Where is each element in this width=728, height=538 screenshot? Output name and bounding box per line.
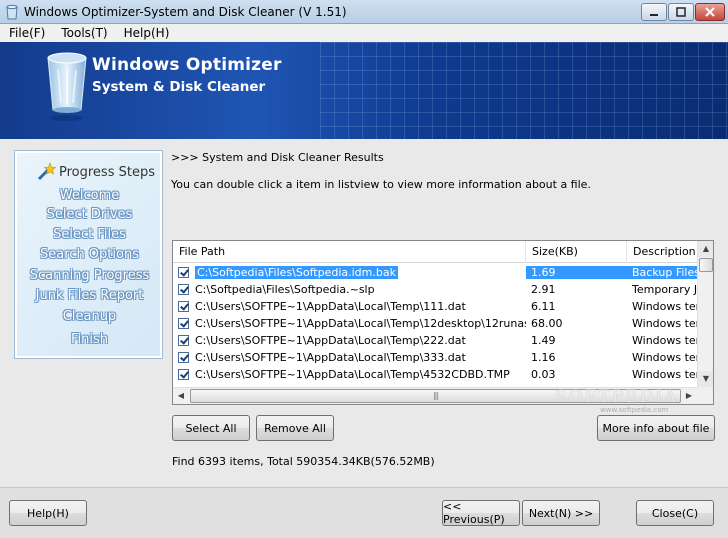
scroll-left-arrow-icon[interactable]: ◀ bbox=[173, 388, 189, 404]
scroll-down-arrow-icon[interactable]: ▼ bbox=[698, 371, 713, 387]
banner-subtitle: System & Disk Cleaner bbox=[92, 79, 266, 95]
step-cleanup: Cleanup bbox=[62, 309, 117, 324]
row-file-path: C:\Users\SOFTPE~1\AppData\Local\Temp\333… bbox=[195, 351, 466, 364]
row-description: Backup Files bbox=[627, 266, 697, 279]
scroll-right-arrow-icon[interactable]: ▶ bbox=[681, 388, 697, 404]
app-icon bbox=[6, 4, 18, 20]
softpedia-watermark-url: www.softpedia.com bbox=[600, 406, 669, 414]
row-size: 1.16 bbox=[531, 351, 556, 364]
step-finish: Finish bbox=[70, 332, 108, 347]
results-summary: Find 6393 items, Total 590354.34KB(576.5… bbox=[172, 455, 435, 468]
menu-help[interactable]: Help(H) bbox=[115, 24, 177, 42]
window-title: Windows Optimizer-System and Disk Cleane… bbox=[24, 5, 347, 19]
row-file-path: C:\Users\SOFTPE~1\AppData\Local\Temp\111… bbox=[195, 300, 466, 313]
step-junk-files-report: Junk Files Report bbox=[35, 288, 144, 303]
row-checkbox[interactable] bbox=[178, 352, 189, 363]
menu-file[interactable]: File(F) bbox=[0, 24, 52, 42]
select-all-button[interactable]: Select All bbox=[172, 415, 250, 441]
row-size: 6.11 bbox=[531, 300, 556, 313]
maximize-button[interactable] bbox=[668, 3, 694, 21]
listview-rows: C:\Softpedia\Files\Softpedia.idm.bak 1.6… bbox=[173, 264, 697, 383]
row-size: 1.49 bbox=[531, 334, 556, 347]
row-checkbox[interactable] bbox=[178, 369, 189, 380]
close-icon bbox=[705, 7, 715, 17]
row-description: Windows temp bbox=[632, 351, 697, 364]
row-checkbox[interactable] bbox=[178, 267, 189, 278]
results-info: You can double click a item in listview … bbox=[171, 178, 591, 191]
table-row[interactable]: C:\Softpedia\Files\Softpedia.~slp 2.91 T… bbox=[173, 281, 697, 298]
step-select-drives: Select Drives bbox=[46, 207, 133, 222]
row-file-path: C:\Users\SOFTPE~1\AppData\Local\Temp\453… bbox=[195, 368, 510, 381]
row-description: Windows temp bbox=[632, 334, 697, 347]
softpedia-watermark: SOFTPEDIA bbox=[555, 387, 679, 407]
close-window-button[interactable] bbox=[695, 3, 725, 21]
table-row[interactable]: C:\Users\SOFTPE~1\AppData\Local\Temp\333… bbox=[173, 349, 697, 366]
scrollbar-corner bbox=[697, 387, 713, 404]
row-size: 2.91 bbox=[531, 283, 556, 296]
scroll-up-arrow-icon[interactable]: ▲ bbox=[698, 241, 713, 257]
results-listview[interactable]: File Path Size(KB) Description C:\Softpe… bbox=[172, 240, 714, 405]
row-size: 0.03 bbox=[531, 368, 556, 381]
row-size: 68.00 bbox=[531, 317, 563, 330]
column-header-file-path[interactable]: File Path bbox=[173, 241, 526, 263]
progress-steps-title: Progress Steps bbox=[59, 164, 155, 180]
row-description: Windows temp bbox=[632, 368, 697, 381]
step-scanning-progress: Scanning Progress bbox=[29, 268, 150, 283]
close-button[interactable]: Close(C) bbox=[636, 500, 714, 526]
menu-tools[interactable]: Tools(T) bbox=[52, 24, 114, 42]
column-header-description[interactable]: Description bbox=[627, 241, 697, 263]
table-row[interactable]: C:\Softpedia\Files\Softpedia.idm.bak 1.6… bbox=[173, 264, 697, 281]
row-file-path: C:\Users\SOFTPE~1\AppData\Local\Temp\222… bbox=[195, 334, 466, 347]
row-file-path: C:\Softpedia\Files\Softpedia.idm.bak bbox=[195, 266, 398, 279]
column-header-size[interactable]: Size(KB) bbox=[526, 241, 627, 263]
banner-title: Windows Optimizer bbox=[92, 55, 282, 75]
step-select-files: Select Files bbox=[53, 227, 126, 242]
table-row[interactable]: C:\Users\SOFTPE~1\AppData\Local\Temp\453… bbox=[173, 366, 697, 383]
table-row[interactable]: C:\Users\SOFTPE~1\AppData\Local\Temp\111… bbox=[173, 298, 697, 315]
results-heading: >>> System and Disk Cleaner Results bbox=[171, 151, 384, 164]
row-description: Temporary Jun bbox=[632, 283, 697, 296]
listview-header: File Path Size(KB) Description bbox=[173, 241, 697, 263]
next-button[interactable]: Next(N) >> bbox=[522, 500, 600, 526]
maximize-icon bbox=[676, 7, 686, 17]
wand-icon bbox=[37, 162, 57, 181]
row-file-path: C:\Users\SOFTPE~1\AppData\Local\Temp\12d… bbox=[195, 317, 526, 330]
row-checkbox[interactable] bbox=[178, 284, 189, 295]
previous-button[interactable]: << Previous(P) bbox=[442, 500, 520, 526]
row-checkbox[interactable] bbox=[178, 318, 189, 329]
row-file-path: C:\Softpedia\Files\Softpedia.~slp bbox=[195, 283, 375, 296]
title-bar: Windows Optimizer-System and Disk Cleane… bbox=[0, 0, 728, 24]
vertical-scroll-thumb[interactable] bbox=[699, 258, 713, 272]
minimize-button[interactable] bbox=[641, 3, 667, 21]
step-welcome: Welcome bbox=[59, 188, 120, 203]
vertical-scrollbar[interactable]: ▲ ▼ bbox=[697, 241, 713, 387]
recycle-bin-icon bbox=[47, 52, 87, 121]
remove-all-button[interactable]: Remove All bbox=[256, 415, 334, 441]
row-description: Windows temp bbox=[632, 317, 697, 330]
header-banner: Windows Optimizer System & Disk Cleaner bbox=[0, 42, 728, 139]
row-checkbox[interactable] bbox=[178, 335, 189, 346]
row-checkbox[interactable] bbox=[178, 301, 189, 312]
progress-steps-panel: Progress Steps Welcome Select Drives Sel… bbox=[14, 150, 163, 359]
more-info-button[interactable]: More info about file bbox=[597, 415, 715, 441]
row-size: 1.69 bbox=[526, 266, 627, 279]
help-button[interactable]: Help(H) bbox=[9, 500, 87, 526]
menu-bar: File(F) Tools(T) Help(H) bbox=[0, 24, 728, 42]
table-row[interactable]: C:\Users\SOFTPE~1\AppData\Local\Temp\222… bbox=[173, 332, 697, 349]
table-row[interactable]: C:\Users\SOFTPE~1\AppData\Local\Temp\12d… bbox=[173, 315, 697, 332]
progress-steps-header: Progress Steps bbox=[35, 161, 155, 183]
banner-grid-decoration bbox=[320, 42, 728, 139]
minimize-icon bbox=[650, 14, 658, 16]
bottom-bar bbox=[0, 487, 728, 538]
row-description: Windows temp bbox=[632, 300, 697, 313]
step-search-options: Search Options bbox=[40, 247, 139, 262]
